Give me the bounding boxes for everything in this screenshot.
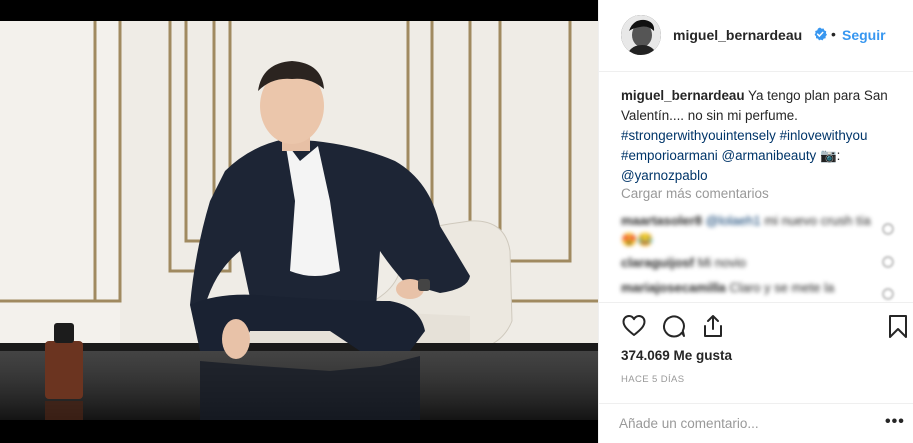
comment-username[interactable]: mariajosecamilla: [621, 280, 726, 295]
heart-icon[interactable]: [621, 313, 647, 339]
comment-like-icon[interactable]: [882, 288, 894, 300]
add-comment-input[interactable]: [619, 412, 859, 434]
comment: maartasoler8 @lolaeh1 mi nuevo crush tía…: [621, 211, 881, 249]
post-actions: 374.069 Me gusta HACE 5 DÍAS •••: [599, 302, 913, 442]
comment-text: Mi novio: [697, 255, 747, 270]
comment: claraguijosf Mi novio: [621, 253, 881, 272]
camera-emoji: 📷: [819, 148, 837, 163]
add-comment-row: •••: [599, 403, 913, 443]
mention-link[interactable]: @armanibeauty: [722, 148, 817, 163]
more-options-button[interactable]: •••: [885, 413, 905, 431]
post-image: [0, 21, 598, 420]
caption-colon: :: [836, 148, 841, 163]
comment-like-icon[interactable]: [882, 223, 894, 235]
hashtag-link[interactable]: #emporioarmani: [621, 148, 718, 163]
hashtag-link[interactable]: #inlovewithyou: [780, 128, 868, 143]
comment-like-icon[interactable]: [882, 256, 894, 268]
likes-count[interactable]: 374.069 Me gusta: [621, 348, 732, 363]
post-caption: miguel_bernardeau Ya tengo plan para San…: [621, 86, 891, 186]
header-username[interactable]: miguel_bernardeau: [673, 27, 802, 43]
post-photo[interactable]: [0, 21, 598, 420]
comment-username[interactable]: maartasoler8: [621, 213, 702, 228]
comment-bubble-icon[interactable]: [661, 313, 687, 339]
share-icon[interactable]: [700, 313, 726, 339]
hashtag-link[interactable]: #strongerwithyouintensely: [621, 128, 776, 143]
follow-button[interactable]: Seguir: [842, 27, 886, 43]
post-timestamp: HACE 5 DÍAS: [621, 374, 685, 385]
comment-username[interactable]: claraguijosf: [621, 255, 694, 270]
verified-badge-icon: [814, 27, 827, 41]
avatar-image: [621, 15, 661, 55]
separator-dot: •: [831, 26, 836, 42]
load-more-comments-button[interactable]: Cargar más comentarios: [621, 186, 769, 201]
avatar[interactable]: [621, 15, 661, 55]
post-side-panel: miguel_bernardeau • Seguir miguel_bernar…: [598, 0, 913, 443]
post-header: miguel_bernardeau • Seguir: [599, 0, 913, 72]
photo-area: [0, 0, 598, 443]
comment-mention[interactable]: @lolaeh1: [706, 213, 761, 228]
mention-link[interactable]: @yarnozpablo: [621, 168, 708, 183]
comment-text: Claro y se mete la: [729, 280, 835, 295]
comment: mariajosecamilla Claro y se mete la: [621, 278, 881, 297]
bookmark-icon[interactable]: [885, 313, 911, 339]
caption-username[interactable]: miguel_bernardeau: [621, 88, 745, 103]
